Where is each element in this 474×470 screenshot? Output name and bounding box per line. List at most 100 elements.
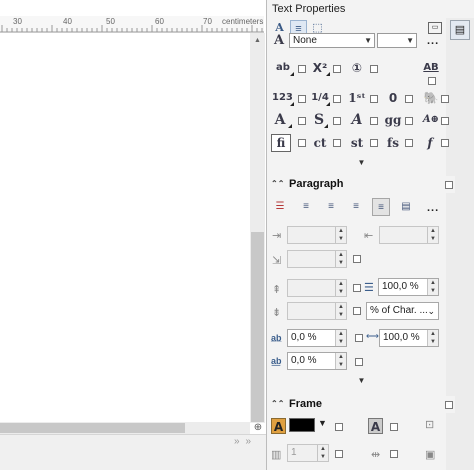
- checkbox[interactable]: [370, 139, 378, 147]
- checkbox[interactable]: [405, 139, 413, 147]
- spinner-icon[interactable]: ▲ ▼: [427, 279, 438, 295]
- horizontal-ruler[interactable]: 30 40 50 60 70 centimeters: [0, 16, 264, 33]
- checkbox[interactable]: [353, 284, 361, 292]
- indent-before-icon: ⇥: [272, 230, 282, 242]
- underline-caps-icon[interactable]: AB: [423, 60, 439, 76]
- paragraph-more-icon[interactable]: [445, 181, 453, 189]
- long-s-icon[interactable]: fs: [384, 135, 402, 151]
- columns-field[interactable]: 1 ▲ ▼: [287, 444, 329, 462]
- line-spacing-field[interactable]: 100,0 % ▲ ▼: [378, 278, 439, 296]
- frame-shadow-icon[interactable]: A: [368, 418, 383, 434]
- frame-border-icon[interactable]: ⊡: [425, 418, 434, 431]
- ct-ligature-icon[interactable]: ct: [311, 135, 329, 151]
- alignment-more-button[interactable]: ...: [427, 202, 439, 214]
- collapse-chevron-icon[interactable]: ⌃⌃: [271, 179, 284, 188]
- spacing-mode-dropdown[interactable]: % of Char. ... ⌄: [366, 302, 439, 320]
- checkbox[interactable]: [428, 77, 436, 85]
- checkbox[interactable]: [298, 65, 306, 73]
- dropdown-corner-icon: [288, 124, 292, 128]
- checkbox[interactable]: [335, 450, 343, 458]
- spinner-icon[interactable]: ▲ ▼: [427, 330, 438, 346]
- spinner-icon[interactable]: ▲ ▼: [317, 445, 328, 461]
- indent-after-field[interactable]: ▲ ▼: [379, 226, 439, 244]
- spinner-icon[interactable]: ▲ ▼: [335, 280, 346, 296]
- checkbox[interactable]: [355, 358, 363, 366]
- checkbox[interactable]: [370, 95, 378, 103]
- frame-more-icon[interactable]: [445, 401, 453, 409]
- historical-g-icon[interactable]: gg: [384, 112, 402, 128]
- checkbox[interactable]: [333, 117, 341, 125]
- checkbox[interactable]: [298, 117, 306, 125]
- checkbox[interactable]: [353, 307, 361, 315]
- sidebar-menu-icon[interactable]: ▤: [450, 20, 470, 40]
- checkbox[interactable]: [441, 117, 449, 125]
- space-below-field[interactable]: ▲ ▼: [287, 302, 347, 320]
- align-justify-icon[interactable]: ≡: [372, 198, 390, 216]
- slashed-zero-icon[interactable]: 0: [385, 90, 401, 106]
- language-spacing-field[interactable]: 0,0 % ▲ ▼: [287, 352, 347, 370]
- space-above-field[interactable]: ▲ ▼: [287, 279, 347, 297]
- frame-color-swatch[interactable]: [289, 418, 315, 432]
- align-distributed-icon[interactable]: ▤: [397, 198, 415, 216]
- align-right-icon[interactable]: ≡: [347, 198, 365, 216]
- spinner-icon[interactable]: ▲ ▼: [335, 251, 346, 267]
- checkbox[interactable]: [335, 423, 343, 431]
- checkbox[interactable]: [441, 95, 449, 103]
- checkbox[interactable]: [390, 423, 398, 431]
- align-center-icon[interactable]: ≡: [322, 198, 340, 216]
- ordinal-icon[interactable]: ①: [348, 60, 366, 76]
- word-spacing-field[interactable]: 100,0 % ▲ ▼: [379, 329, 439, 347]
- ordinal-suffix-icon[interactable]: 1ˢᵗ: [348, 90, 366, 106]
- numerals-icon[interactable]: 123: [272, 90, 293, 106]
- checkbox[interactable]: [441, 139, 449, 147]
- first-line-indent-field[interactable]: ▲ ▼: [287, 250, 347, 268]
- indent-before-field[interactable]: ▲ ▼: [287, 226, 347, 244]
- align-left-2-icon[interactable]: ≡: [297, 198, 315, 216]
- font-name-dropdown[interactable]: None ▼: [289, 33, 375, 48]
- spinner-icon[interactable]: ▲ ▼: [335, 353, 346, 369]
- char-spacing-field[interactable]: 0,0 % ▲ ▼: [287, 329, 347, 347]
- dock-icon[interactable]: ▭: [428, 22, 442, 34]
- spinner-icon[interactable]: ▲ ▼: [427, 227, 438, 243]
- chevron-down-icon[interactable]: ▼: [318, 418, 327, 428]
- spinner-icon[interactable]: ▲ ▼: [335, 330, 346, 346]
- historical-f-icon[interactable]: f: [422, 135, 438, 151]
- checkbox[interactable]: [370, 65, 378, 73]
- ae-ligature-icon[interactable]: A⊕: [421, 112, 441, 128]
- expand-more-icon[interactable]: ▼: [268, 375, 455, 387]
- ornament-icon[interactable]: 🐘: [422, 90, 440, 106]
- columns-icon: ▥: [271, 449, 282, 461]
- checkbox[interactable]: [353, 255, 361, 263]
- ligature-fi-icon[interactable]: fi: [271, 134, 291, 152]
- checkbox[interactable]: [390, 450, 398, 458]
- checkbox[interactable]: [333, 139, 341, 147]
- zoom-icon[interactable]: ⊕: [251, 422, 265, 434]
- status-area: [0, 434, 266, 470]
- frame-title: Frame: [289, 398, 323, 410]
- document-canvas[interactable]: [0, 0, 266, 470]
- frame-fill-icon[interactable]: A: [271, 418, 286, 434]
- scroll-up-icon[interactable]: ▲: [251, 36, 264, 46]
- checkbox[interactable]: [370, 117, 378, 125]
- collapse-chevron-icon[interactable]: ⌃⌃: [271, 399, 284, 408]
- columns-value: 1: [291, 447, 297, 458]
- spinner-icon[interactable]: ▲ ▼: [335, 227, 346, 243]
- checkbox[interactable]: [355, 334, 363, 342]
- checkbox[interactable]: [333, 95, 341, 103]
- alternate-a-icon[interactable]: A: [272, 112, 288, 128]
- align-left-icon[interactable]: ☰: [271, 198, 289, 216]
- spinner-icon[interactable]: ▲ ▼: [335, 303, 346, 319]
- checkbox[interactable]: [298, 95, 306, 103]
- vertical-scroll-thumb[interactable]: [251, 232, 264, 422]
- dropdown-corner-icon: [326, 72, 330, 76]
- font-size-dropdown[interactable]: ▼: [377, 33, 417, 48]
- checkbox[interactable]: [298, 139, 306, 147]
- horizontal-scroll-thumb[interactable]: [0, 423, 185, 433]
- st-ligature-icon[interactable]: st: [348, 135, 366, 151]
- font-more-button[interactable]: ...: [427, 35, 439, 47]
- swash-icon[interactable]: A: [348, 112, 366, 128]
- checkbox[interactable]: [405, 117, 413, 125]
- checkbox[interactable]: [333, 65, 341, 73]
- expand-more-icon[interactable]: ▼: [268, 157, 455, 169]
- checkbox[interactable]: [405, 95, 413, 103]
